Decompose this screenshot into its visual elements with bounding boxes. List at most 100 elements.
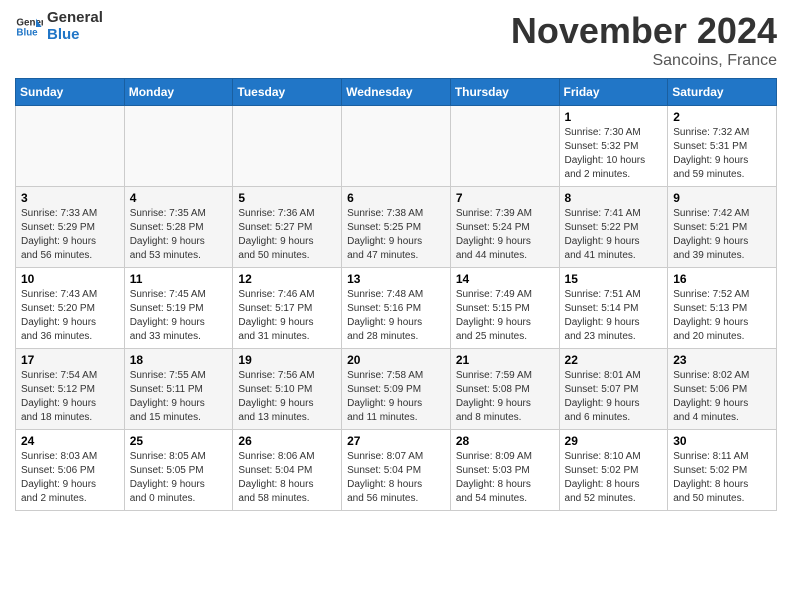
weekday-header-thursday: Thursday [450, 79, 559, 106]
calendar-header: SundayMondayTuesdayWednesdayThursdayFrid… [16, 79, 777, 106]
day-info: Sunrise: 7:42 AM Sunset: 5:21 PM Dayligh… [673, 207, 771, 263]
day-cell: 10Sunrise: 7:43 AM Sunset: 5:20 PM Dayli… [16, 268, 125, 349]
week-row-5: 24Sunrise: 8:03 AM Sunset: 5:06 PM Dayli… [16, 430, 777, 511]
day-number: 26 [238, 434, 336, 448]
day-cell: 5 Sunrise: 7:36 AM Sunset: 5:27 PM Daylig… [233, 187, 342, 268]
day-info: Sunrise: 8:11 AM Sunset: 5:02 PM Dayligh… [673, 450, 771, 506]
day-info: Sunrise: 7:54 AM Sunset: 5:12 PM Dayligh… [21, 369, 119, 425]
day-cell: 21 Sunrise: 7:59 AM Sunset: 5:08 PM Dayli… [450, 349, 559, 430]
day-number: 14 [456, 272, 554, 286]
day-info: Sunrise: 8:01 AM Sunset: 5:07 PM Dayligh… [565, 369, 663, 425]
day-cell: 14 Sunrise: 7:49 AM Sunset: 5:15 PM Dayli… [450, 268, 559, 349]
day-info: Sunrise: 7:36 AM Sunset: 5:27 PM Dayligh… [238, 207, 336, 263]
day-cell: 30 Sunrise: 8:11 AM Sunset: 5:02 PM Dayli… [668, 430, 777, 511]
day-info: Sunrise: 7:46 AM Sunset: 5:17 PM Dayligh… [238, 288, 336, 344]
weekday-header-friday: Friday [559, 79, 668, 106]
day-info: Sunrise: 7:43 AM Sunset: 5:20 PM Dayligh… [21, 288, 119, 344]
day-info: Sunrise: 8:06 AM Sunset: 5:04 PM Dayligh… [238, 450, 336, 506]
day-info: Sunrise: 7:51 AM Sunset: 5:14 PM Dayligh… [565, 288, 663, 344]
day-cell: 28 Sunrise: 8:09 AM Sunset: 5:03 PM Dayli… [450, 430, 559, 511]
day-cell: 24Sunrise: 8:03 AM Sunset: 5:06 PM Dayli… [16, 430, 125, 511]
day-cell: 6Sunrise: 7:38 AM Sunset: 5:25 PM Daylig… [342, 187, 451, 268]
title-area: November 2024 Sancoins, France [511, 10, 777, 70]
logo-icon: General Blue [15, 13, 43, 41]
day-cell: 22 Sunrise: 8:01 AM Sunset: 5:07 PM Dayli… [559, 349, 668, 430]
day-number: 13 [347, 272, 445, 286]
day-number: 20 [347, 353, 445, 367]
day-cell: 9Sunrise: 7:42 AM Sunset: 5:21 PM Daylig… [668, 187, 777, 268]
day-number: 3 [21, 191, 119, 205]
day-number: 8 [565, 191, 663, 205]
day-info: Sunrise: 7:41 AM Sunset: 5:22 PM Dayligh… [565, 207, 663, 263]
day-cell: 12 Sunrise: 7:46 AM Sunset: 5:17 PM Dayli… [233, 268, 342, 349]
day-number: 15 [565, 272, 663, 286]
day-info: Sunrise: 7:49 AM Sunset: 5:15 PM Dayligh… [456, 288, 554, 344]
day-info: Sunrise: 8:09 AM Sunset: 5:03 PM Dayligh… [456, 450, 554, 506]
day-info: Sunrise: 8:07 AM Sunset: 5:04 PM Dayligh… [347, 450, 445, 506]
calendar-body: 1 Sunrise: 7:30 AM Sunset: 5:32 PM Daylig… [16, 106, 777, 511]
week-row-1: 1 Sunrise: 7:30 AM Sunset: 5:32 PM Daylig… [16, 106, 777, 187]
day-info: Sunrise: 7:32 AM Sunset: 5:31 PM Dayligh… [673, 126, 771, 182]
header: General Blue GeneralBlue November 2024 S… [15, 10, 777, 70]
day-info: Sunrise: 8:05 AM Sunset: 5:05 PM Dayligh… [130, 450, 228, 506]
day-number: 21 [456, 353, 554, 367]
day-number: 12 [238, 272, 336, 286]
day-number: 11 [130, 272, 228, 286]
day-number: 2 [673, 110, 771, 124]
day-number: 7 [456, 191, 554, 205]
calendar-table: SundayMondayTuesdayWednesdayThursdayFrid… [15, 78, 777, 511]
day-info: Sunrise: 7:30 AM Sunset: 5:32 PM Dayligh… [565, 126, 663, 182]
day-info: Sunrise: 7:35 AM Sunset: 5:28 PM Dayligh… [130, 207, 228, 263]
day-number: 25 [130, 434, 228, 448]
weekday-header-wednesday: Wednesday [342, 79, 451, 106]
weekday-header-row: SundayMondayTuesdayWednesdayThursdayFrid… [16, 79, 777, 106]
day-info: Sunrise: 7:56 AM Sunset: 5:10 PM Dayligh… [238, 369, 336, 425]
day-number: 19 [238, 353, 336, 367]
svg-text:Blue: Blue [16, 27, 38, 38]
day-cell: 25 Sunrise: 8:05 AM Sunset: 5:05 PM Dayli… [124, 430, 233, 511]
day-info: Sunrise: 7:33 AM Sunset: 5:29 PM Dayligh… [21, 207, 119, 263]
week-row-2: 3 Sunrise: 7:33 AM Sunset: 5:29 PM Daylig… [16, 187, 777, 268]
day-cell: 2 Sunrise: 7:32 AM Sunset: 5:31 PM Daylig… [668, 106, 777, 187]
day-cell: 4 Sunrise: 7:35 AM Sunset: 5:28 PM Daylig… [124, 187, 233, 268]
day-cell: 18Sunrise: 7:55 AM Sunset: 5:11 PM Dayli… [124, 349, 233, 430]
day-cell: 16 Sunrise: 7:52 AM Sunset: 5:13 PM Dayli… [668, 268, 777, 349]
day-number: 17 [21, 353, 119, 367]
weekday-header-tuesday: Tuesday [233, 79, 342, 106]
day-number: 4 [130, 191, 228, 205]
day-number: 5 [238, 191, 336, 205]
day-info: Sunrise: 7:39 AM Sunset: 5:24 PM Dayligh… [456, 207, 554, 263]
day-cell: 3 Sunrise: 7:33 AM Sunset: 5:29 PM Daylig… [16, 187, 125, 268]
location: Sancoins, France [511, 52, 777, 70]
day-cell: 17 Sunrise: 7:54 AM Sunset: 5:12 PM Dayli… [16, 349, 125, 430]
day-cell [124, 106, 233, 187]
day-cell [16, 106, 125, 187]
day-number: 1 [565, 110, 663, 124]
week-row-4: 17 Sunrise: 7:54 AM Sunset: 5:12 PM Dayli… [16, 349, 777, 430]
day-cell [342, 106, 451, 187]
month-title: November 2024 [511, 10, 777, 52]
week-row-3: 10Sunrise: 7:43 AM Sunset: 5:20 PM Dayli… [16, 268, 777, 349]
day-cell: 27Sunrise: 8:07 AM Sunset: 5:04 PM Dayli… [342, 430, 451, 511]
day-number: 18 [130, 353, 228, 367]
day-info: Sunrise: 7:38 AM Sunset: 5:25 PM Dayligh… [347, 207, 445, 263]
day-number: 30 [673, 434, 771, 448]
day-cell: 13 Sunrise: 7:48 AM Sunset: 5:16 PM Dayli… [342, 268, 451, 349]
day-info: Sunrise: 7:45 AM Sunset: 5:19 PM Dayligh… [130, 288, 228, 344]
weekday-header-monday: Monday [124, 79, 233, 106]
day-info: Sunrise: 7:48 AM Sunset: 5:16 PM Dayligh… [347, 288, 445, 344]
day-number: 28 [456, 434, 554, 448]
day-cell: 8 Sunrise: 7:41 AM Sunset: 5:22 PM Daylig… [559, 187, 668, 268]
day-cell: 11 Sunrise: 7:45 AM Sunset: 5:19 PM Dayli… [124, 268, 233, 349]
day-info: Sunrise: 7:59 AM Sunset: 5:08 PM Dayligh… [456, 369, 554, 425]
day-info: Sunrise: 7:52 AM Sunset: 5:13 PM Dayligh… [673, 288, 771, 344]
day-number: 16 [673, 272, 771, 286]
day-cell: 26 Sunrise: 8:06 AM Sunset: 5:04 PM Dayli… [233, 430, 342, 511]
day-info: Sunrise: 7:58 AM Sunset: 5:09 PM Dayligh… [347, 369, 445, 425]
day-number: 22 [565, 353, 663, 367]
day-cell: 1 Sunrise: 7:30 AM Sunset: 5:32 PM Daylig… [559, 106, 668, 187]
weekday-header-sunday: Sunday [16, 79, 125, 106]
day-cell: 19 Sunrise: 7:56 AM Sunset: 5:10 PM Dayli… [233, 349, 342, 430]
day-cell: 7 Sunrise: 7:39 AM Sunset: 5:24 PM Daylig… [450, 187, 559, 268]
day-number: 24 [21, 434, 119, 448]
